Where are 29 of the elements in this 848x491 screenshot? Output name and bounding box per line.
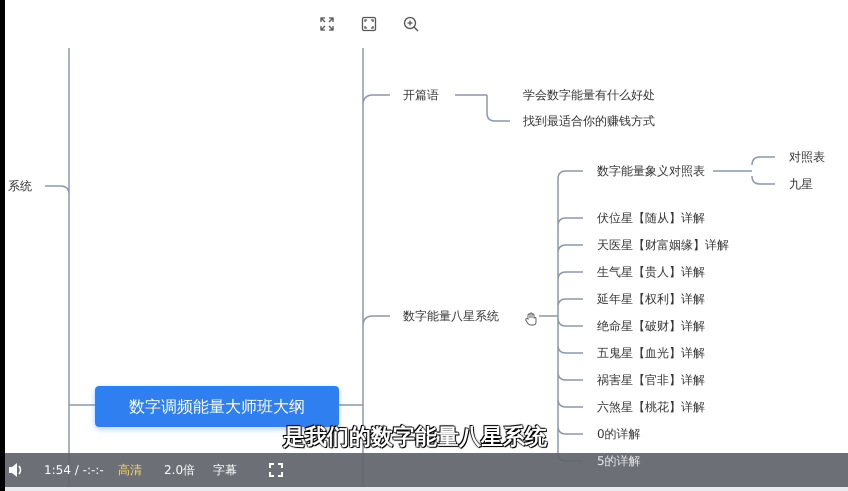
mind-map-node[interactable]: 5的详解 [597, 453, 641, 469]
mind-map-node[interactable]: 祸害星【官非】详解 [597, 372, 705, 388]
playback-time: 1:54 / -:-:- [44, 462, 104, 478]
mind-map-node[interactable]: 伏位星【随从】详解 [597, 210, 705, 226]
mind-map-node[interactable]: 对照表 [789, 149, 825, 165]
mind-map-node[interactable]: 数字能量八星系统 [403, 308, 499, 324]
hand-cursor-icon [524, 312, 538, 326]
volume-icon[interactable] [8, 462, 24, 478]
mind-map-node[interactable]: 五鬼星【血光】详解 [597, 345, 705, 361]
expand-arrows-icon[interactable] [319, 16, 335, 32]
fit-screen-icon[interactable] [361, 16, 377, 32]
mind-map-node[interactable]: 九星 [789, 176, 813, 192]
zoom-in-icon[interactable] [403, 16, 419, 32]
mind-map-node[interactable]: 找到最适合你的赚钱方式 [523, 113, 655, 129]
mind-map-node[interactable]: 数字能量象义对照表 [597, 163, 705, 179]
video-subtitle: 是我们的数字能量八星系统 [283, 424, 547, 452]
mind-map-node[interactable]: 六煞星【桃花】详解 [597, 399, 705, 415]
mind-map-node[interactable]: 绝命星【破财】详解 [597, 318, 705, 334]
mind-map-node[interactable]: 延年星【权利】详解 [597, 291, 705, 307]
mind-map-node[interactable]: 生气星【贵人】详解 [597, 264, 705, 280]
mind-map-node[interactable]: 开篇语 [403, 87, 439, 103]
mind-map-node[interactable]: 系统 [8, 178, 32, 194]
mind-map-node[interactable]: 学会数字能量有什么好处 [523, 87, 655, 103]
quality-button[interactable]: 高清 [118, 462, 142, 478]
mind-map-node[interactable]: 天医星【财富姻缘】详解 [597, 237, 729, 253]
fullscreen-icon[interactable] [269, 463, 283, 477]
mind-map-node[interactable]: 0的详解 [597, 426, 641, 442]
captions-button[interactable]: 字幕 [213, 462, 237, 478]
speed-button[interactable]: 2.0倍 [164, 462, 196, 478]
